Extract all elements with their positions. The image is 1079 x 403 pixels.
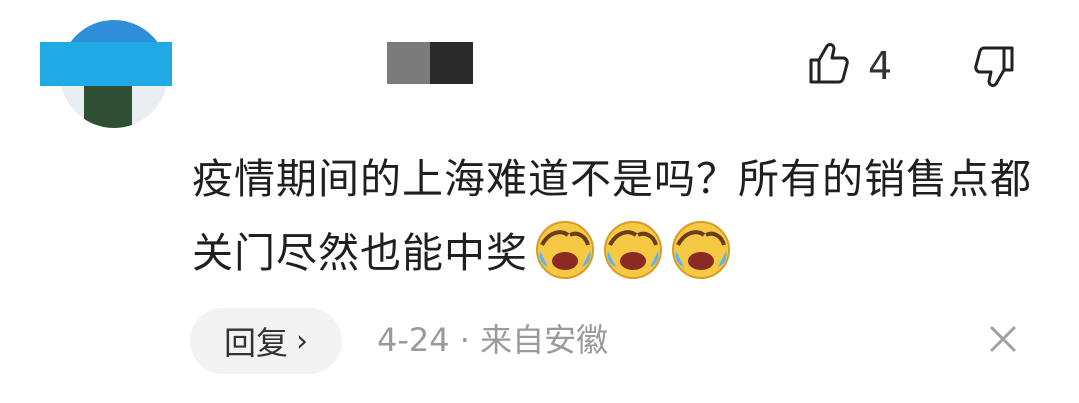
laughing-crying-emoji-1: [534, 219, 596, 281]
reply-label: 回复: [223, 324, 288, 362]
comment-location: 来自安徽: [480, 321, 609, 359]
reply-button[interactable]: 回复 ›: [190, 308, 342, 374]
meta-separator: ·: [459, 321, 470, 359]
like-button[interactable]: [805, 40, 853, 88]
mosaic-block-dark: [430, 42, 473, 84]
close-button[interactable]: [986, 322, 1020, 356]
thumbs-up-icon: [809, 43, 849, 84]
dislike-button[interactable]: [970, 42, 1018, 90]
comment-date: 4-24: [377, 321, 450, 359]
laughing-crying-emoji-2: [602, 219, 664, 281]
thumbs-down-icon: [974, 46, 1014, 87]
avatar-ground: [84, 82, 132, 128]
username-redaction: [40, 42, 172, 86]
comment-body: 疫情期间的上海难道不是吗？所有的销售点都关门尽然也能中奖: [192, 142, 1042, 290]
like-count: 4: [868, 44, 893, 88]
laughing-crying-emoji-3: [670, 219, 732, 281]
comment-meta: 4-24 · 来自安徽: [377, 318, 608, 362]
chevron-right-icon: ›: [296, 323, 308, 359]
close-icon: [990, 326, 1016, 352]
mosaic-block-light: [387, 42, 430, 84]
